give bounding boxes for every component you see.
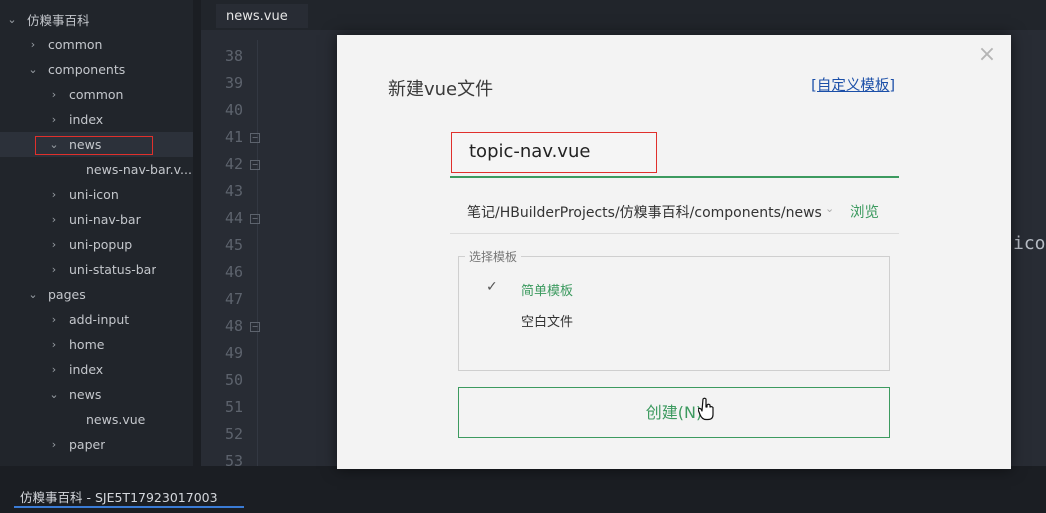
tree-item-uni-nav-bar[interactable]: › uni-nav-bar bbox=[0, 207, 193, 232]
line-number: 47 bbox=[224, 290, 243, 308]
tree-item-label: uni-popup bbox=[69, 237, 133, 252]
line-number: 51 bbox=[224, 398, 243, 416]
tree-item-label: news-nav-bar.v... bbox=[86, 162, 192, 177]
tab-news-vue[interactable]: news.vue bbox=[216, 4, 308, 28]
tree-item-label: uni-nav-bar bbox=[69, 212, 141, 227]
template-group-label: 选择模板 bbox=[465, 248, 522, 265]
custom-template-link[interactable]: [自定义模板] bbox=[811, 74, 895, 95]
fold-toggle-icon[interactable]: − bbox=[250, 160, 260, 170]
tree-item-pages-news[interactable]: ⌄ news bbox=[0, 382, 193, 407]
new-vue-file-dialog: 新建vue文件 [自定义模板] × topic-nav.vue 笔记/HBuil… bbox=[337, 35, 1011, 469]
tree-item-news-nav-bar-file[interactable]: news-nav-bar.v... bbox=[0, 157, 193, 182]
line-number: 43 bbox=[224, 182, 243, 200]
tree-item-label: common bbox=[48, 37, 103, 52]
line-number: 49 bbox=[224, 344, 243, 362]
line-number: 42 bbox=[224, 155, 243, 173]
chevron-right-icon[interactable]: › bbox=[47, 438, 61, 451]
line-number: 38 bbox=[224, 47, 243, 65]
line-number: 53 bbox=[224, 452, 243, 466]
editor-tab-bar: news.vue bbox=[201, 0, 1046, 30]
tree-item-home[interactable]: › home bbox=[0, 332, 193, 357]
line-number: 50 bbox=[224, 371, 243, 389]
tree-item-project-root[interactable]: ⌄ 仿糗事百科 bbox=[0, 7, 193, 32]
tree-item-components-common[interactable]: › common bbox=[0, 82, 193, 107]
template-group: 选择模板 ✓ 简单模板 空白文件 bbox=[458, 248, 890, 371]
tree-item-label: home bbox=[69, 337, 105, 352]
chevron-down-icon[interactable]: ⌄ bbox=[26, 288, 40, 301]
template-option-simple[interactable]: 简单模板 bbox=[521, 280, 573, 299]
chevron-right-icon[interactable]: › bbox=[47, 313, 61, 326]
gutter-divider bbox=[257, 40, 258, 466]
line-number: 46 bbox=[224, 263, 243, 281]
tree-item-label: pages bbox=[48, 287, 86, 302]
tree-item-pages-index[interactable]: › index bbox=[0, 357, 193, 382]
chevron-right-icon[interactable]: › bbox=[47, 238, 61, 251]
chevron-right-icon[interactable]: › bbox=[47, 213, 61, 226]
path-underline bbox=[450, 233, 899, 234]
tree-item-add-input[interactable]: › add-input bbox=[0, 307, 193, 332]
tree-item-label: news.vue bbox=[86, 412, 146, 427]
tree-item-uni-icon[interactable]: › uni-icon bbox=[0, 182, 193, 207]
tree-item-label: index bbox=[69, 112, 104, 127]
sidebar-resize-handle[interactable] bbox=[193, 0, 201, 466]
chevron-right-icon[interactable]: › bbox=[47, 188, 61, 201]
chevron-right-icon[interactable]: › bbox=[47, 338, 61, 351]
line-number: 41 bbox=[224, 128, 243, 146]
project-explorer: ⌄ 仿糗事百科 › common ⌄ components › common ›… bbox=[0, 0, 193, 466]
target-path[interactable]: 笔记/HBuilderProjects/仿糗事百科/components/new… bbox=[467, 202, 822, 222]
tree-item-label: add-input bbox=[69, 312, 130, 327]
chevron-down-icon[interactable]: ⌄ bbox=[26, 63, 40, 76]
tree-item-news-vue-file[interactable]: news.vue bbox=[0, 407, 193, 432]
chevron-right-icon[interactable]: › bbox=[47, 113, 61, 126]
chevron-down-icon[interactable]: ⌄ bbox=[47, 388, 61, 401]
line-number: 52 bbox=[224, 425, 243, 443]
close-icon[interactable]: × bbox=[977, 44, 997, 66]
tree-item-label: common bbox=[69, 87, 124, 102]
line-number: 40 bbox=[224, 101, 243, 119]
filename-input-underline bbox=[450, 176, 899, 178]
tree-item-label: components bbox=[48, 62, 126, 77]
tree-item-uni-status-bar[interactable]: › uni-status-bar bbox=[0, 257, 193, 282]
tree-item-label: paper bbox=[69, 437, 106, 452]
status-project-tab[interactable]: 仿糗事百科 - SJE5T17923017003 bbox=[14, 484, 244, 508]
tree-item-label: 仿糗事百科 bbox=[27, 13, 90, 28]
tree-item-uni-popup[interactable]: › uni-popup bbox=[0, 232, 193, 257]
tree-item-common[interactable]: › common bbox=[0, 32, 193, 57]
chevron-down-icon[interactable]: ⌄ bbox=[5, 13, 19, 26]
chevron-right-icon[interactable]: › bbox=[47, 263, 61, 276]
browse-button[interactable]: 浏览 bbox=[850, 201, 879, 222]
template-option-blank[interactable]: 空白文件 bbox=[521, 311, 573, 330]
chevron-right-icon[interactable]: › bbox=[47, 363, 61, 376]
code-text-fragment: ico bbox=[1013, 233, 1046, 254]
tab-label: news.vue bbox=[226, 8, 288, 24]
fold-toggle-icon[interactable]: − bbox=[250, 214, 260, 224]
fold-toggle-icon[interactable]: − bbox=[250, 133, 260, 143]
tree-item-components[interactable]: ⌄ components bbox=[0, 57, 193, 82]
check-icon: ✓ bbox=[486, 279, 498, 295]
tree-item-label: news bbox=[69, 387, 102, 402]
line-number: 39 bbox=[224, 74, 243, 92]
create-button[interactable]: 创建(N) bbox=[458, 387, 890, 438]
chevron-right-icon[interactable]: › bbox=[26, 38, 40, 51]
fold-toggle-icon[interactable]: − bbox=[250, 322, 260, 332]
tree-item-paper[interactable]: › paper bbox=[0, 432, 193, 457]
hand-pointer-cursor-icon bbox=[698, 397, 714, 421]
status-bar: 仿糗事百科 - SJE5T17923017003 bbox=[0, 466, 1046, 513]
chevron-right-icon[interactable]: › bbox=[47, 88, 61, 101]
tree-item-components-index[interactable]: › index bbox=[0, 107, 193, 132]
line-number: 45 bbox=[224, 236, 243, 254]
tree-item-label: uni-status-bar bbox=[69, 262, 157, 277]
status-project-label: 仿糗事百科 - SJE5T17923017003 bbox=[20, 490, 218, 505]
filename-input[interactable]: topic-nav.vue bbox=[451, 132, 657, 173]
chevron-down-icon[interactable]: ⌄ bbox=[825, 202, 834, 215]
line-number: 48 bbox=[224, 317, 243, 335]
dialog-title: 新建vue文件 bbox=[388, 79, 494, 100]
tree-item-label: uni-icon bbox=[69, 187, 119, 202]
line-number: 44 bbox=[224, 209, 243, 227]
selection-highlight-box bbox=[35, 136, 153, 155]
tree-item-label: index bbox=[69, 362, 104, 377]
tree-item-pages[interactable]: ⌄ pages bbox=[0, 282, 193, 307]
